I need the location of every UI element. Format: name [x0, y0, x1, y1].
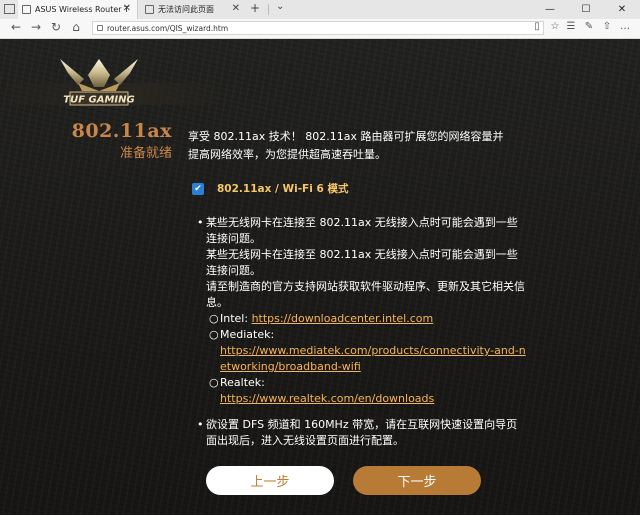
- bullet-icon: •: [197, 418, 204, 431]
- note-line1: 某些无线网卡在连接至 802.11ax 无线接入点时可能会遇到一些连接问题。: [206, 216, 518, 245]
- favorites-list-icon[interactable]: ☰: [564, 21, 578, 32]
- tab-asus-router[interactable]: ASUS Wireless Router T ✕: [18, 0, 138, 19]
- tab-label: 无法访问此页面: [158, 5, 214, 14]
- circle-bullet-icon: ○: [209, 328, 219, 341]
- vendor-intel: ○ Intel: https://downloadcenter.intel.co…: [206, 311, 527, 327]
- mediatek-download-link[interactable]: https://www.mediatek.com/products/connec…: [220, 343, 527, 375]
- svg-text:TUF GAMING: TUF GAMING: [63, 95, 134, 106]
- url-text: router.asus.com/QIS_wizard.htm: [107, 23, 229, 33]
- router-setup-page: TUF GAMING 802.11ax 准备就绪 享受 802.11ax 技术！…: [0, 39, 640, 515]
- notes-icon[interactable]: ✎: [582, 21, 596, 32]
- check-icon: ✔: [194, 184, 202, 194]
- url-input[interactable]: router.asus.com/QIS_wizard.htm: [92, 21, 544, 35]
- note-item: • 某些无线网卡在连接至 802.11ax 无线接入点时可能会遇到一些连接问题。…: [197, 215, 527, 407]
- tab-list-icon[interactable]: ⌄: [276, 1, 284, 12]
- address-bar: ← → ↻ ⌂ router.asus.com/QIS_wizard.htm ▯…: [0, 19, 640, 39]
- tab-separator: [268, 4, 269, 15]
- home-icon[interactable]: ⌂: [68, 20, 84, 34]
- page-icon: [22, 5, 31, 14]
- description-text: 享受 802.11ax 技术！ 802.11ax 路由器可扩展您的网络容量并提高…: [188, 130, 504, 161]
- forward-icon[interactable]: →: [28, 20, 44, 34]
- wifi6-mode-checkbox[interactable]: ✔: [192, 183, 204, 195]
- close-tab-icon[interactable]: ✕: [123, 3, 131, 14]
- circle-bullet-icon: ○: [209, 376, 219, 389]
- reading-view-icon[interactable]: ▯: [530, 21, 544, 32]
- close-window-icon[interactable]: ✕: [604, 0, 640, 19]
- tab-unreachable[interactable]: 无法访问此页面 ✕: [141, 0, 246, 19]
- dfs-note: 欲设置 DFS 频道和 160MHz 带宽，请在互联网快速设置向导页面出现后，进…: [206, 418, 518, 447]
- refresh-icon[interactable]: ↻: [48, 20, 64, 34]
- page-title: 802.11ax: [71, 120, 172, 142]
- next-button[interactable]: 下一步: [353, 466, 481, 495]
- new-tab-icon[interactable]: +: [250, 1, 260, 15]
- note-line3: 请至制造商的官方支持网站获取软件驱动程序、更新及其它相关信息。: [206, 280, 525, 309]
- vendor-name: Realtek:: [220, 376, 265, 389]
- tab-label: ASUS Wireless Router T: [35, 5, 129, 14]
- favorite-icon[interactable]: ☆: [548, 21, 562, 32]
- more-icon[interactable]: …: [618, 21, 632, 32]
- previous-button[interactable]: 上一步: [206, 466, 334, 495]
- tuf-gaming-logo: TUF GAMING: [8, 59, 226, 106]
- wifi6-mode-label: 802.11ax / Wi-Fi 6 模式: [217, 183, 349, 195]
- vendor-name: Intel:: [220, 312, 249, 325]
- note-line2: 某些无线网卡在连接至 802.11ax 无线接入点时可能会遇到一些连接问题。: [206, 248, 518, 277]
- bullet-icon: •: [197, 216, 204, 229]
- info-icon: [97, 25, 103, 31]
- realtek-download-link[interactable]: https://www.realtek.com/en/downloads: [220, 391, 527, 407]
- intel-download-link[interactable]: https://downloadcenter.intel.com: [252, 312, 434, 325]
- share-icon[interactable]: ⇧: [600, 21, 614, 32]
- page-icon: [145, 5, 154, 14]
- vendor-mediatek: ○ Mediatek: https://www.mediatek.com/pro…: [206, 327, 527, 375]
- vendor-name: Mediatek:: [220, 328, 275, 341]
- window-menu-icon[interactable]: [4, 4, 15, 14]
- tab-bar: ASUS Wireless Router T ✕ 无法访问此页面 ✕ + ⌄ —…: [0, 0, 640, 20]
- compatibility-notes: • 某些无线网卡在连接至 802.11ax 无线接入点时可能会遇到一些连接问题。…: [197, 215, 527, 449]
- vendor-realtek: ○ Realtek: https://www.realtek.com/en/do…: [206, 375, 527, 407]
- maximize-icon[interactable]: ☐: [568, 0, 604, 19]
- page-subtitle: 准备就绪: [119, 146, 172, 161]
- close-tab-icon[interactable]: ✕: [232, 3, 240, 14]
- circle-bullet-icon: ○: [209, 312, 219, 325]
- dfs-note-item: • 欲设置 DFS 频道和 160MHz 带宽，请在互联网快速设置向导页面出现后…: [197, 417, 527, 449]
- back-icon[interactable]: ←: [8, 20, 24, 34]
- minimize-icon[interactable]: —: [532, 0, 568, 19]
